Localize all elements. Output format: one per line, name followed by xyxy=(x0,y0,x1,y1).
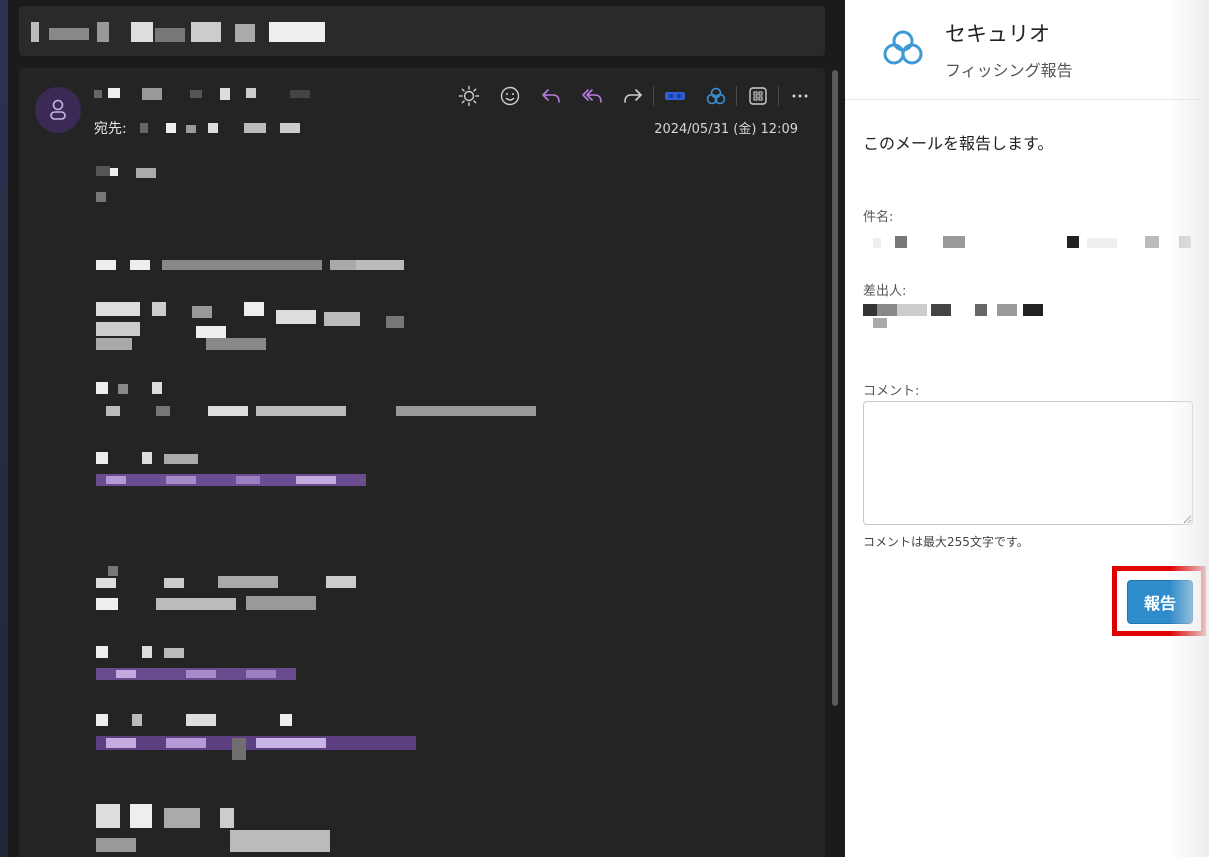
sender-avatar[interactable] xyxy=(35,87,81,133)
securio-logo-icon xyxy=(883,30,923,65)
panel-edge-shadow xyxy=(1169,0,1209,857)
redacted-sender-name xyxy=(94,86,344,102)
redacted-body-1 xyxy=(96,166,186,206)
window-edge xyxy=(0,0,8,857)
redacted-body-6 xyxy=(96,566,366,614)
sun-icon[interactable] xyxy=(448,82,489,110)
addin-icon[interactable] xyxy=(654,82,695,110)
redacted-body-4 xyxy=(96,382,566,422)
redacted-body-3 xyxy=(96,302,416,352)
redacted-body-5 xyxy=(96,452,406,492)
report-message: このメールを報告します。 xyxy=(863,134,1054,153)
redacted-recipient xyxy=(140,121,310,135)
redacted-body-2 xyxy=(96,258,416,272)
scrollbar[interactable] xyxy=(832,70,838,706)
reply-all-icon[interactable] xyxy=(571,82,612,110)
redacted-body-9 xyxy=(96,804,346,854)
emoji-icon[interactable] xyxy=(489,82,530,110)
comment-textarea[interactable] xyxy=(863,401,1193,525)
securio-panel: セキュリオ フィッシング報告 このメールを報告します。 件名: 差出人: コメン… xyxy=(845,0,1209,857)
email-date: 2024/05/31 (金) 12:09 xyxy=(654,122,798,137)
redacted-subject-value xyxy=(873,236,1193,250)
comment-label: コメント: xyxy=(863,384,920,399)
redacted-body-7 xyxy=(96,646,306,682)
email-subject-bar xyxy=(19,6,825,56)
comment-hint: コメントは最大255文字です。 xyxy=(863,535,1029,549)
securio-icon[interactable] xyxy=(695,82,736,110)
panel-subtitle: フィッシング報告 xyxy=(945,61,1073,80)
person-icon xyxy=(50,99,66,120)
panel-header: セキュリオ フィッシング報告 xyxy=(845,0,1209,100)
message-toolbar xyxy=(448,82,820,110)
to-label: 宛先: xyxy=(94,121,127,137)
sender-label: 差出人: xyxy=(863,284,907,299)
subject-label: 件名: xyxy=(863,210,894,225)
redacted-body-8 xyxy=(96,714,426,760)
redacted-sender-value xyxy=(863,304,1053,328)
apps-icon[interactable] xyxy=(737,82,778,110)
redacted-subject xyxy=(31,22,325,42)
more-icon[interactable] xyxy=(779,82,820,110)
reply-icon[interactable] xyxy=(530,82,571,110)
forward-icon[interactable] xyxy=(612,82,653,110)
panel-title: セキュリオ xyxy=(945,22,1050,46)
